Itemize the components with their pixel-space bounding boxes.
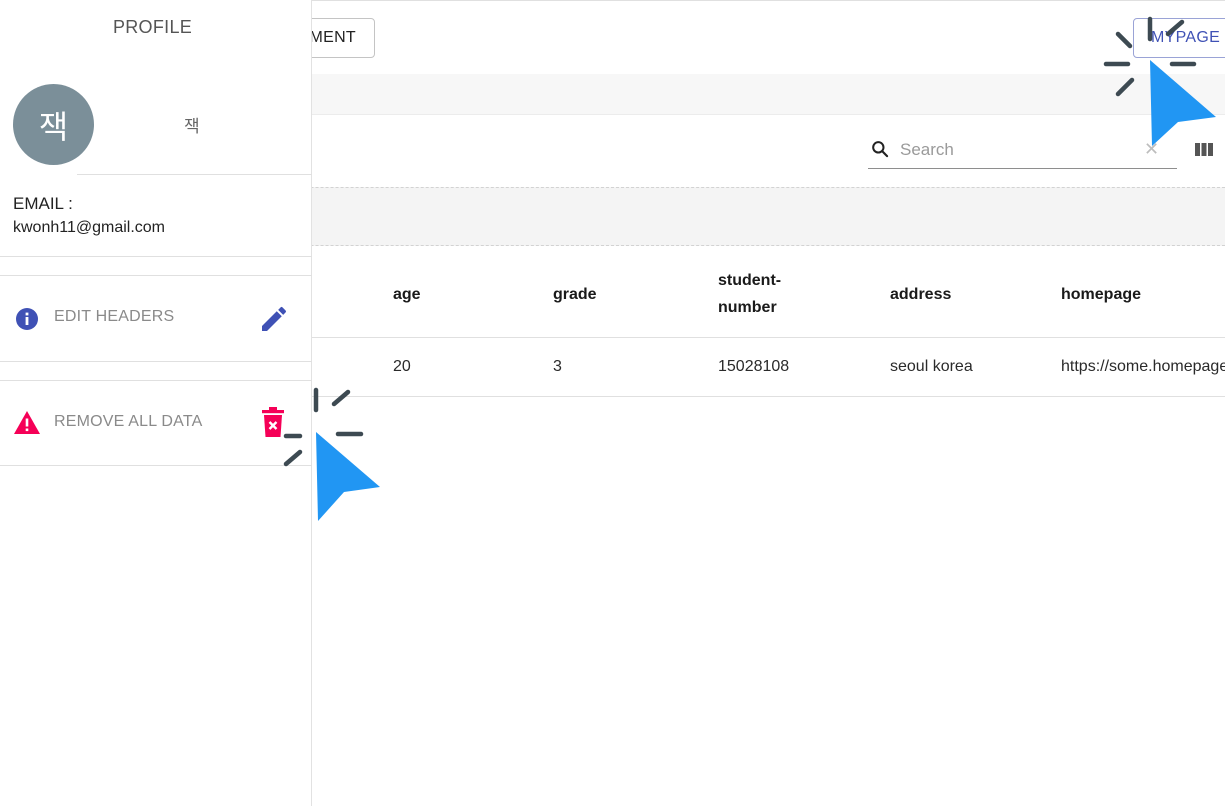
click-cursor-icon bbox=[1103, 16, 1216, 146]
divider bbox=[77, 174, 312, 175]
divider bbox=[0, 256, 312, 257]
drawer-title: PROFILE bbox=[112, 17, 193, 37]
click-cursor-icon bbox=[283, 387, 380, 521]
column-header-student-number[interactable]: student-number bbox=[718, 264, 798, 324]
profile-drawer: PROFILE 잭 잭 EMAIL : kwonh11@gmail.com ED… bbox=[0, 0, 312, 806]
info-icon bbox=[16, 308, 38, 330]
table-cell-grade: 3 bbox=[553, 358, 562, 375]
email-value: kwonh11@gmail.com bbox=[13, 219, 166, 236]
table-cell-student-number: 15028108 bbox=[718, 358, 790, 375]
divider bbox=[0, 465, 312, 466]
user-name: 잭 bbox=[184, 117, 200, 137]
email-label: EMAIL : bbox=[13, 194, 73, 213]
edit-icon[interactable] bbox=[258, 303, 290, 335]
divider bbox=[0, 361, 312, 362]
table-cell-age: 20 bbox=[393, 358, 411, 375]
table-cell-address: seoul korea bbox=[890, 358, 973, 375]
divider bbox=[0, 275, 312, 276]
search-icon bbox=[872, 141, 889, 158]
column-header-age[interactable]: age bbox=[393, 264, 421, 324]
warning-icon bbox=[14, 411, 40, 434]
divider bbox=[0, 380, 312, 381]
column-header-grade[interactable]: grade bbox=[553, 264, 597, 324]
menu-item-label: REMOVE ALL DATA bbox=[54, 413, 203, 430]
column-header-homepage[interactable]: homepage bbox=[1061, 264, 1141, 324]
menu-item-label: EDIT HEADERS bbox=[54, 308, 175, 325]
table-cell-homepage: https://some.homepage bbox=[1061, 358, 1225, 375]
avatar: 잭 bbox=[13, 84, 94, 165]
column-header-address[interactable]: address bbox=[890, 264, 951, 324]
